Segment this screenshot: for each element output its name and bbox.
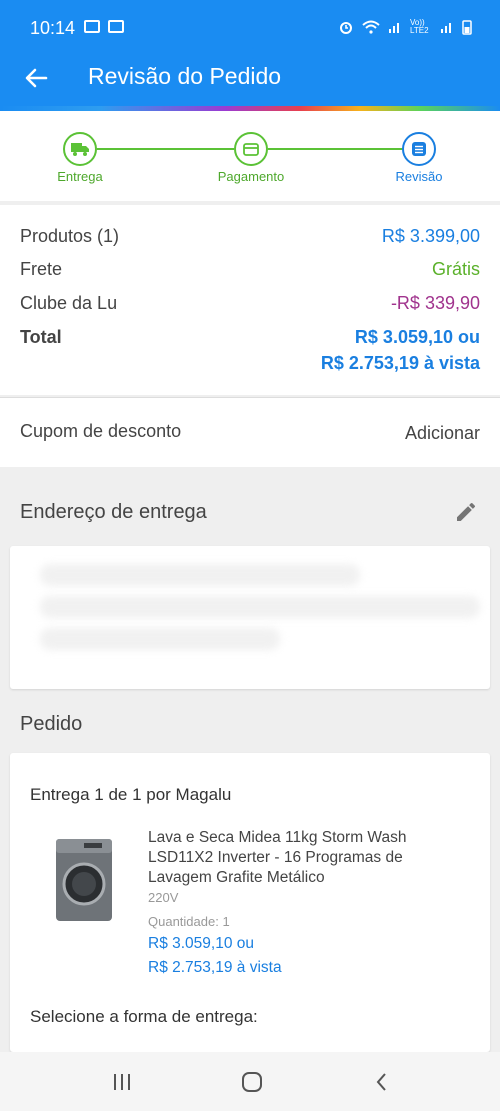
product-price: R$ 3.059,10 ou <box>148 935 255 952</box>
washing-machine-image <box>56 839 112 921</box>
product-name[interactable]: Lava e Seca Midea 11kg Storm Wash LSD11X… <box>148 828 468 888</box>
product-cash-price: R$ 2.753,19 à vista <box>148 959 282 976</box>
coupon-label: Cupom de desconto <box>20 421 182 441</box>
list-icon <box>412 142 426 156</box>
app-notification-icon <box>108 20 124 33</box>
step-label-pagamento: Pagamento <box>217 169 285 184</box>
alarm-icon <box>340 22 352 34</box>
step-connector <box>268 148 403 150</box>
order-card: Entrega 1 de 1 por Magalu Lava e Seca Mi… <box>10 753 490 1052</box>
system-nav-bar <box>0 1052 500 1111</box>
product-voltage: 220V <box>148 890 179 905</box>
step-entrega[interactable] <box>63 132 97 166</box>
step-revisao[interactable] <box>402 132 436 166</box>
app-header: 10:14 Vo)) LTE2 Revisão do Pedido <box>0 0 500 110</box>
checkout-stepper: Entrega Pagamento Revisão <box>0 111 500 201</box>
add-coupon-button[interactable]: Adicionar <box>405 423 480 444</box>
order-summary: Produtos (1) R$ 3.399,00 Frete Grátis Cl… <box>0 205 500 395</box>
total-price: R$ 3.059,10 ou <box>354 327 480 347</box>
delivery-seller: Entrega 1 de 1 por Magalu <box>30 785 232 804</box>
truck-icon <box>71 143 89 156</box>
signal-icon <box>389 23 399 33</box>
page-title: Revisão do Pedido <box>88 63 282 89</box>
order-section-title: Pedido <box>20 713 83 735</box>
step-label-revisao: Revisão <box>395 169 443 184</box>
back-nav-icon[interactable] <box>370 1072 394 1092</box>
status-time: 10:14 <box>30 18 76 38</box>
address-section-title: Endereço de entrega <box>20 501 207 523</box>
home-icon[interactable] <box>240 1072 264 1092</box>
step-pagamento[interactable] <box>234 132 268 166</box>
product-quantity: Quantidade: 1 <box>148 914 230 929</box>
shipping-method-title: Selecione a forma de entrega: <box>30 1007 258 1026</box>
redacted-address-line <box>40 596 480 618</box>
recent-apps-icon[interactable] <box>110 1072 134 1092</box>
battery-icon <box>462 20 472 35</box>
network-label: Vo)) LTE2 <box>410 18 429 35</box>
signal-icon-2 <box>441 23 451 33</box>
card-icon <box>243 142 259 156</box>
wifi-icon <box>362 20 380 34</box>
gallery-notification-icon <box>84 20 100 33</box>
back-arrow-icon[interactable] <box>20 62 52 94</box>
coupon-row[interactable]: Cupom de desconto Adicionar <box>0 397 500 467</box>
edit-pencil-icon[interactable] <box>454 500 478 524</box>
status-bar: 10:14 Vo)) LTE2 <box>0 0 500 56</box>
step-connector <box>97 148 234 150</box>
address-card[interactable] <box>10 546 490 689</box>
step-label-entrega: Entrega <box>57 169 103 184</box>
redacted-address-line <box>40 564 360 586</box>
total-cash-price: R$ 2.753,19 à vista <box>320 353 480 373</box>
redacted-address-line <box>40 628 280 650</box>
